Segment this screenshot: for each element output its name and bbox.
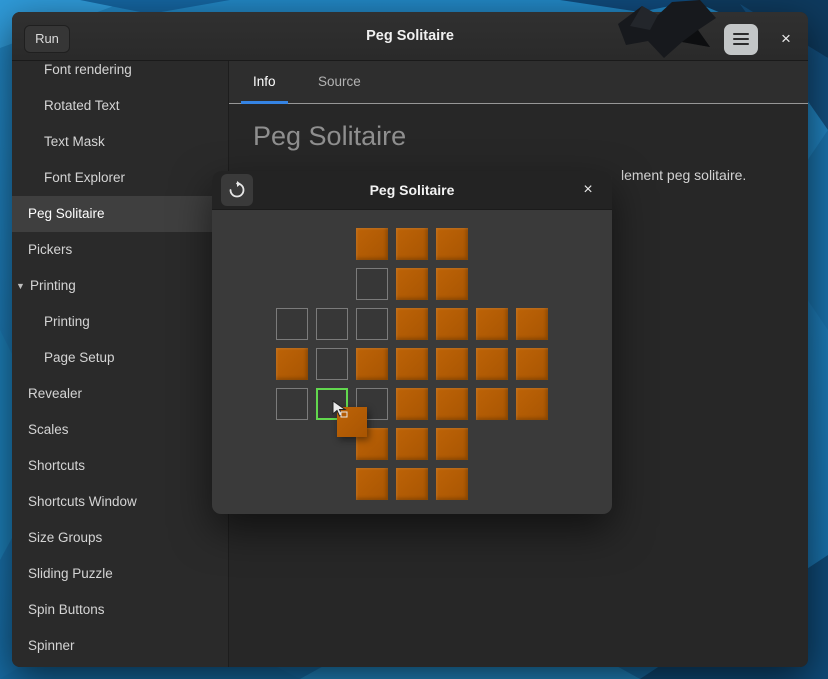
sidebar-item-label: Rotated Text xyxy=(44,98,120,113)
peg-solitaire-dialog: Peg Solitaire × xyxy=(212,171,612,514)
peg[interactable] xyxy=(436,348,468,380)
sidebar-item-label: Spinner xyxy=(28,638,75,653)
dialog-close-button[interactable]: × xyxy=(574,174,602,206)
sidebar-item-label: Shortcuts Window xyxy=(28,494,137,509)
sidebar-item-shortcuts-window[interactable]: Shortcuts Window xyxy=(12,484,228,520)
sidebar-item-label: Sliding Puzzle xyxy=(28,566,113,581)
peg[interactable] xyxy=(516,308,548,340)
dialog-title: Peg Solitaire xyxy=(212,171,612,209)
hamburger-icon xyxy=(733,38,749,40)
peg[interactable] xyxy=(436,388,468,420)
hole[interactable] xyxy=(276,388,308,420)
sidebar-item-peg-solitaire[interactable]: Peg Solitaire xyxy=(12,196,228,232)
window-close-button[interactable]: × xyxy=(770,24,802,55)
board xyxy=(212,209,612,514)
sidebar-item-font-rendering[interactable]: Font rendering xyxy=(12,61,228,88)
sidebar-item-pickers[interactable]: Pickers xyxy=(12,232,228,268)
sidebar-item-label: Text Mask xyxy=(44,134,105,149)
sidebar-item-label: Printing xyxy=(44,314,90,329)
peg[interactable] xyxy=(396,428,428,460)
dialog-headerbar: Peg Solitaire × xyxy=(212,171,612,210)
hole[interactable] xyxy=(356,308,388,340)
sidebar-item-label: Spin Buttons xyxy=(28,602,105,617)
sidebar-item-page-setup[interactable]: Page Setup xyxy=(12,340,228,376)
peg[interactable] xyxy=(396,388,428,420)
peg[interactable] xyxy=(516,348,548,380)
hole[interactable] xyxy=(316,308,348,340)
sidebar-item-label: Size Groups xyxy=(28,530,102,545)
sidebar-item-printing[interactable]: Printing xyxy=(12,304,228,340)
sidebar-item-spinner[interactable]: Spinner xyxy=(12,628,228,664)
peg[interactable] xyxy=(436,228,468,260)
peg[interactable] xyxy=(516,388,548,420)
sidebar-item-scales[interactable]: Scales xyxy=(12,412,228,448)
peg[interactable] xyxy=(396,468,428,500)
peg[interactable] xyxy=(436,308,468,340)
sidebar-item-label: Font rendering xyxy=(44,62,132,77)
sidebar-item-label: Scales xyxy=(28,422,69,437)
window-title: Peg Solitaire xyxy=(12,12,808,60)
sidebar-item-sliding-puzzle[interactable]: Sliding Puzzle xyxy=(12,556,228,592)
tab-bar: Info Source xyxy=(229,61,808,104)
sidebar-item-label: Shortcuts xyxy=(28,458,85,473)
hole[interactable] xyxy=(276,308,308,340)
sidebar-item-label: Pickers xyxy=(28,242,72,257)
sidebar-item-label: Printing xyxy=(30,278,76,293)
peg[interactable] xyxy=(396,228,428,260)
peg[interactable] xyxy=(356,348,388,380)
hole[interactable] xyxy=(356,268,388,300)
tab-info[interactable]: Info xyxy=(253,61,276,103)
sidebar-item-text-mask[interactable]: Text Mask xyxy=(12,124,228,160)
peg[interactable] xyxy=(396,348,428,380)
peg[interactable] xyxy=(356,468,388,500)
sidebar-item-shortcuts[interactable]: Shortcuts xyxy=(12,448,228,484)
sidebar-item-size-groups[interactable]: Size Groups xyxy=(12,520,228,556)
primary-menu-button[interactable] xyxy=(724,24,758,55)
sidebar-item-revealer[interactable]: Revealer xyxy=(12,376,228,412)
drag-cursor-icon xyxy=(330,399,350,419)
sidebar-item-rotated-text[interactable]: Rotated Text xyxy=(12,88,228,124)
desktop: { "colors": { "accent_blue": "#3584e4", … xyxy=(0,0,828,679)
peg[interactable] xyxy=(476,308,508,340)
peg[interactable] xyxy=(436,468,468,500)
peg[interactable] xyxy=(276,348,308,380)
sidebar-item-printing[interactable]: ▼ Printing xyxy=(12,268,228,304)
sidebar-item-label: Revealer xyxy=(28,386,82,401)
peg[interactable] xyxy=(356,228,388,260)
sidebar-item-label: Page Setup xyxy=(44,350,115,365)
headerbar: Run Peg Solitaire × xyxy=(12,12,808,61)
expander-arrow-icon[interactable]: ▼ xyxy=(16,268,25,304)
peg[interactable] xyxy=(396,308,428,340)
hole[interactable] xyxy=(316,348,348,380)
page-title: Peg Solitaire xyxy=(253,121,406,152)
tab-source[interactable]: Source xyxy=(318,61,361,103)
description-text: lement peg solitaire. xyxy=(621,167,746,183)
sidebar-item-label: Peg Solitaire xyxy=(28,206,105,221)
peg[interactable] xyxy=(396,268,428,300)
sidebar-item-spin-buttons[interactable]: Spin Buttons xyxy=(12,592,228,628)
peg[interactable] xyxy=(436,268,468,300)
sidebar-item-label: Font Explorer xyxy=(44,170,125,185)
peg[interactable] xyxy=(436,428,468,460)
sidebar-item-font-explorer[interactable]: Font Explorer xyxy=(12,160,228,196)
peg[interactable] xyxy=(476,348,508,380)
sidebar-list: Font rendering Rotated Text Text Mask Font … xyxy=(12,61,228,664)
peg[interactable] xyxy=(476,388,508,420)
sidebar: Font rendering Rotated Text Text Mask Font … xyxy=(12,61,229,667)
